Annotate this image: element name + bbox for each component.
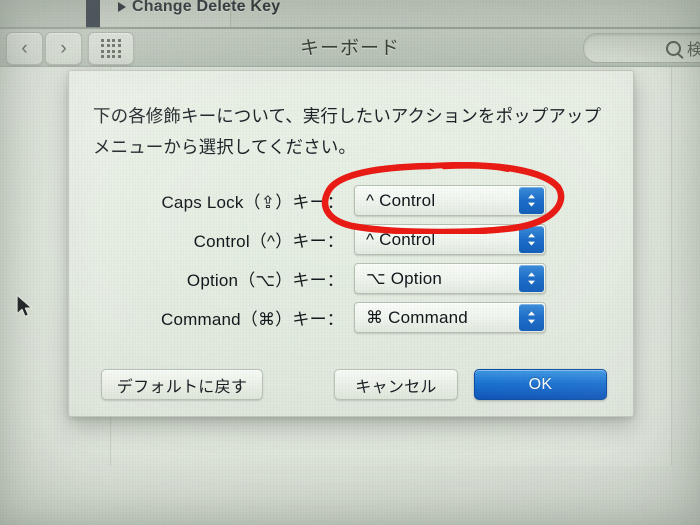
popup-value: ^ Control <box>366 229 436 249</box>
caps-lock-popup-menu[interactable]: ^ Control <box>354 185 546 216</box>
modifier-row-label: Control（^）キー： <box>193 232 344 251</box>
mouse-arrow-cursor <box>16 294 34 324</box>
modifier-rows: Caps Lock（⇪）キー： ^ Control Control（^）キー： … <box>69 181 633 337</box>
triangle-right-icon[interactable] <box>118 2 126 12</box>
modifier-row-control: Control（^）キー： ^ Control <box>69 220 633 259</box>
modifier-row-label: Option（⌥）キー： <box>186 271 344 290</box>
command-popup-menu[interactable]: ⌘ Command <box>354 302 546 333</box>
dialog-description: 下の各修飾キーについて、実行したいアクションをポップアップメニューから選択してく… <box>93 106 602 157</box>
modifier-row-label: Command（⌘）キー： <box>160 310 344 329</box>
screenshot-root: Change Delete Key ‹ › キーボード 検索 下の各修飾キーにつ… <box>0 0 700 525</box>
modifier-keys-dialog: 下の各修飾キーについて、実行したいアクションをポップアップメニューから選択してく… <box>68 70 634 417</box>
modifier-row-option: Option（⌥）キー： ⌥ Option <box>69 259 633 298</box>
modifier-row-label: Caps Lock（⇪）キー： <box>161 193 344 212</box>
cancel-button[interactable]: キャンセル <box>334 369 458 400</box>
popup-value: ⌘ Command <box>366 307 468 327</box>
background-window-sidebar <box>0 0 100 27</box>
background-list-row-label: Change Delete Key <box>132 0 281 15</box>
popup-value: ⌥ Option <box>366 268 442 288</box>
restore-defaults-button[interactable]: デフォルトに戻す <box>101 369 263 400</box>
popup-value: ^ Control <box>366 190 436 210</box>
background-window-dark-edge <box>86 0 100 28</box>
modifier-row-command: Command（⌘）キー： ⌘ Command <box>69 298 633 337</box>
stepper-up-down-icon[interactable] <box>519 187 544 214</box>
option-popup-menu[interactable]: ⌥ Option <box>354 263 546 294</box>
stepper-up-down-icon[interactable] <box>519 304 544 331</box>
stepper-up-down-icon[interactable] <box>519 265 544 292</box>
search-icon <box>665 40 681 56</box>
control-popup-menu[interactable]: ^ Control <box>354 224 546 255</box>
modifier-row-caps-lock: Caps Lock（⇪）キー： ^ Control <box>69 181 633 220</box>
background-list-row[interactable]: Change Delete Key <box>118 0 538 19</box>
stepper-up-down-icon[interactable] <box>519 226 544 253</box>
ok-button[interactable]: OK <box>474 369 607 400</box>
search-placeholder: 検索 <box>687 36 700 60</box>
search-input[interactable]: 検索 <box>583 33 700 63</box>
